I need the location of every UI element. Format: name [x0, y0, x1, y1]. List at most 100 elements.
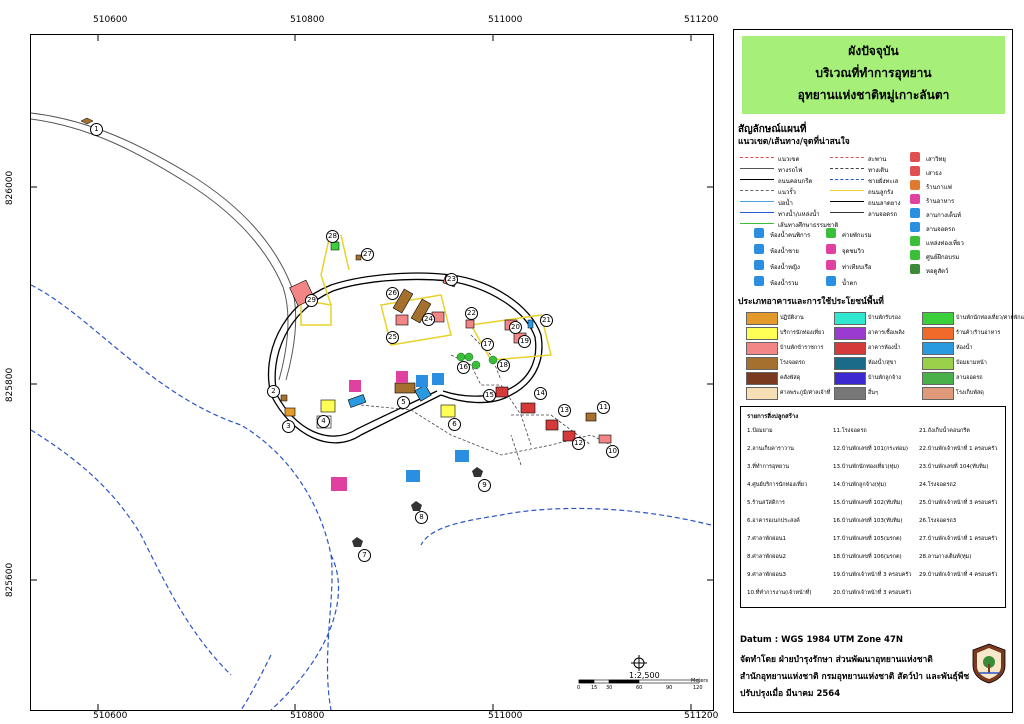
- facility-icons: [80, 117, 483, 547]
- line-symbol: [740, 179, 774, 180]
- scale-text: 1:2,500: [629, 671, 660, 680]
- x-tick-top-4: 511200: [684, 15, 719, 25]
- point-7[interactable]: 7: [358, 549, 371, 562]
- line-label: ถนนลูกรัง: [868, 189, 894, 196]
- usage-heading: ประเภทอาคารและการใช้ประโยชน์พื้นที่: [738, 297, 884, 307]
- line-label: ทางเดิน: [868, 167, 889, 174]
- point-label: น้ำตก: [842, 280, 857, 287]
- line-label: ทางน้ำ/แหล่งน้ำ: [778, 211, 820, 218]
- point-5[interactable]: 5: [397, 396, 410, 409]
- point-18[interactable]: 18: [497, 359, 510, 372]
- point-29[interactable]: 29: [305, 294, 318, 307]
- building-list-item: 1.ป้อมยาม: [747, 428, 773, 434]
- building-list-item: 18.บ้านพักเลขที่ 106(มรกต): [833, 554, 902, 560]
- point-23[interactable]: 23: [445, 273, 458, 286]
- y-tick-left-2: 825800: [5, 367, 16, 403]
- building-list-item: 6.อาคารอเนกประสงค์: [747, 518, 800, 524]
- point-28[interactable]: 28: [326, 230, 339, 243]
- line-label: แนวเขต: [778, 156, 800, 163]
- usage-label: บริการนักท่องเที่ยว: [780, 330, 825, 336]
- x-tick-bottom-2: 510800: [290, 711, 325, 721]
- usage-swatch: [834, 327, 866, 340]
- building-list-item: 9.ศาลาพักผ่อน3: [747, 572, 787, 578]
- point-icon: [910, 180, 920, 190]
- y-tick-left-1: 826000: [5, 170, 16, 206]
- point-6[interactable]: 6: [448, 418, 461, 431]
- x-tick-bottom-4: 511200: [684, 711, 719, 721]
- point-icon: [826, 260, 836, 270]
- building-list-item: 11.โรงจอดรถ: [833, 428, 867, 434]
- usage-swatch: [834, 312, 866, 325]
- point-8[interactable]: 8: [415, 511, 428, 524]
- department-seal-logo: [972, 643, 1006, 684]
- usage-swatch: [922, 327, 954, 340]
- point-9[interactable]: 9: [478, 479, 491, 492]
- usage-label: อาคารห้องน้ำ: [868, 345, 901, 351]
- point-icon: [754, 260, 764, 270]
- usage-swatch: [746, 372, 778, 385]
- legend-panel: ผังปัจจุบัน บริเวณที่ทำการอุทยาน อุทยานแ…: [733, 29, 1024, 713]
- point-26[interactable]: 26: [386, 287, 399, 300]
- usage-swatch: [746, 327, 778, 340]
- point-16[interactable]: 16: [457, 361, 470, 374]
- usage-label: ร้านค้า/ร้านอาหาร: [956, 330, 1001, 336]
- scale-unit: Meters: [691, 678, 709, 684]
- map-frame[interactable]: 1 2 3 4 5 6 7 8 9 10 11 12 13 14 15 16 1…: [30, 34, 714, 711]
- usage-label: ลานจอดรถ: [956, 375, 983, 381]
- point-icon: [910, 152, 920, 162]
- point-4[interactable]: 4: [317, 415, 330, 428]
- building-list-item: 26.โรงจอดรถ3: [919, 518, 957, 524]
- usage-swatch: [922, 312, 954, 325]
- point-icon: [910, 250, 920, 260]
- point-icon: [754, 244, 764, 254]
- scale-bar: [578, 679, 700, 684]
- point-1[interactable]: 1: [90, 123, 103, 136]
- building-list-item: 14.บ้านพักลูกจ้าง(ทุ่ม): [833, 482, 887, 488]
- line-symbol: [740, 157, 774, 158]
- title-line-1: ผังปัจจุบัน: [848, 44, 899, 58]
- usage-swatch: [746, 357, 778, 370]
- building-list-item: 16.บ้านพักเลขที่ 103(ทับทิม): [833, 518, 903, 524]
- line-symbol: [830, 190, 864, 191]
- point-20[interactable]: 20: [509, 321, 522, 334]
- legend-subheading: แนวเขต/เส้นทาง/จุดที่น่าสนใจ: [738, 137, 850, 147]
- building-list-item: 23.บ้านพักเลขที่ 104(ทับทิม): [919, 464, 989, 470]
- point-12[interactable]: 12: [572, 437, 585, 450]
- point-icon: [910, 222, 920, 232]
- point-2[interactable]: 2: [267, 385, 280, 398]
- building-list-item: 15.บ้านพักเลขที่ 102(ทับทิม): [833, 500, 903, 506]
- building-list-item: 3.ที่ทำการอุทยาน: [747, 464, 789, 470]
- point-label: ห้องน้ำหญิง: [770, 264, 800, 271]
- building-list-item: 24.โรงจอดรถ2: [919, 482, 957, 488]
- point-10[interactable]: 10: [606, 445, 619, 458]
- scale-tick-15: 15: [591, 685, 598, 691]
- building-list-item: 12.บ้านพักเลขที่ 101(กระท่อม): [833, 446, 909, 452]
- point-17[interactable]: 17: [481, 338, 494, 351]
- point-15[interactable]: 15: [483, 389, 496, 402]
- usage-swatch: [922, 342, 954, 355]
- scale-tick-30: 30: [606, 685, 613, 691]
- point-11[interactable]: 11: [597, 401, 610, 414]
- point-24[interactable]: 24: [422, 313, 435, 326]
- building-list-item: 4.ศูนย์บริการนักท่องเที่ยว: [747, 482, 808, 488]
- point-27[interactable]: 27: [361, 248, 374, 261]
- usage-label: บ้านพักข้าราชการ: [780, 345, 824, 351]
- usage-label: โรงเก็บพัสดุ: [956, 390, 984, 396]
- point-icon: [910, 264, 920, 274]
- point-25[interactable]: 25: [386, 331, 399, 344]
- building-list-item: 5.ร้านสวัสดิการ: [747, 500, 785, 506]
- building-list-item: 21.ถังเก็บน้ำคอนกรีต: [919, 428, 970, 434]
- building-list-item: 8.ศาลาพักผ่อน2: [747, 554, 787, 560]
- line-label: ถนนคอนกรีต: [778, 178, 813, 185]
- building-list-item: 19.บ้านพักเจ้าหน้าที่ 3 ครอบครัว: [833, 572, 912, 578]
- point-19[interactable]: 19: [518, 335, 531, 348]
- point-14[interactable]: 14: [534, 387, 547, 400]
- point-22[interactable]: 22: [465, 307, 478, 320]
- point-21[interactable]: 21: [540, 314, 553, 327]
- point-3[interactable]: 3: [282, 420, 295, 433]
- line-label: สะพาน: [868, 156, 887, 163]
- frame-ticks: [31, 35, 713, 710]
- point-13[interactable]: 13: [558, 404, 571, 417]
- usage-swatch: [834, 372, 866, 385]
- usage-swatch: [746, 312, 778, 325]
